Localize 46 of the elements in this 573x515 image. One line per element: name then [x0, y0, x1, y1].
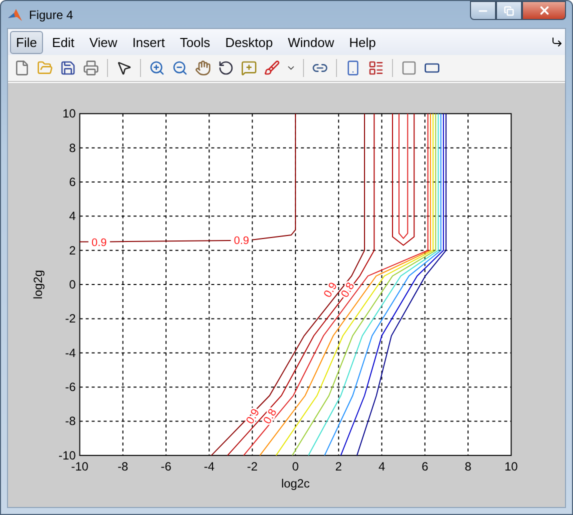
x-tick-label: 8	[464, 459, 472, 474]
printer-icon[interactable]	[81, 58, 101, 78]
contour-label: 0.8	[261, 407, 280, 426]
y-tick-label: 10	[62, 106, 76, 121]
x-tick-label: -6	[160, 459, 172, 474]
y-tick-label: 4	[69, 209, 76, 224]
dock-icon[interactable]	[551, 36, 563, 48]
window-title: Figure 4	[29, 8, 74, 22]
menu-item[interactable]: File	[10, 30, 43, 54]
y-tick-label: 2	[69, 243, 76, 258]
maximize-button[interactable]	[496, 1, 522, 20]
pan-icon[interactable]	[193, 58, 213, 78]
y-tick-label: 8	[69, 140, 76, 155]
y-tick-label: -6	[65, 380, 76, 394]
app-logo-icon	[7, 6, 23, 22]
x-tick-label: 10	[504, 459, 518, 474]
x-tick-label: 4	[378, 459, 386, 474]
contour-label: 0.9	[244, 407, 262, 426]
x-tick-label: -8	[118, 459, 128, 474]
x-axis-label: log2c	[281, 476, 310, 490]
close-button[interactable]	[522, 1, 566, 20]
menu-item[interactable]: Edit	[46, 30, 80, 54]
menu-item[interactable]: Help	[343, 30, 382, 54]
y-tick-label: -4	[65, 346, 76, 360]
y-tick-label: -8	[65, 414, 76, 428]
y-axis-label: log2g	[30, 270, 45, 300]
y-tick-label: 6	[69, 175, 76, 189]
contour-label: 0.9	[234, 235, 250, 248]
contour-label: 0.8	[339, 280, 358, 300]
x-tick-label: 6	[422, 459, 428, 474]
x-tick-label: 0	[292, 459, 299, 474]
minimize-button[interactable]	[470, 1, 496, 20]
menu-item[interactable]: View	[83, 30, 124, 54]
close-icon	[538, 4, 550, 17]
x-tick-label: 2	[335, 459, 342, 474]
y-tick-label: 0	[69, 278, 76, 292]
restore-icon	[504, 6, 514, 16]
menu-item[interactable]: Desktop	[219, 30, 279, 54]
x-tick-label: -2	[247, 459, 258, 474]
y-tick-label: -2	[65, 312, 76, 326]
x-tick-label: -4	[204, 459, 214, 474]
contour-label: 0.9	[322, 280, 340, 300]
contour-label: 0.9	[92, 236, 107, 249]
menu-item[interactable]: Insert	[126, 30, 171, 54]
menu-item[interactable]: Tools	[174, 30, 216, 54]
menu-item[interactable]: Window	[282, 30, 340, 54]
